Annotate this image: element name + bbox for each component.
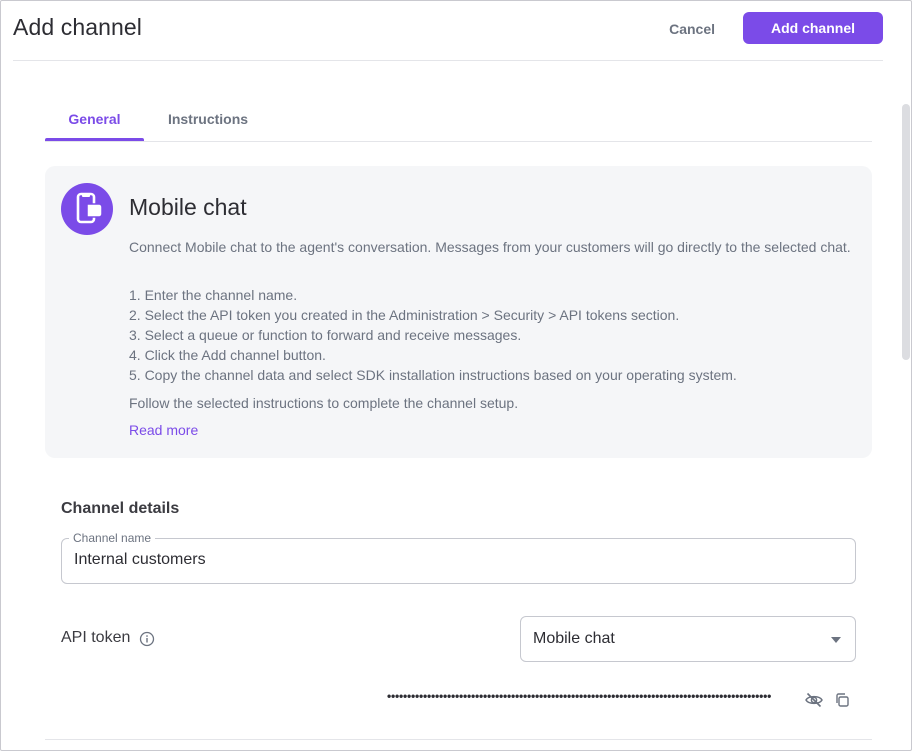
copy-icon[interactable] — [834, 692, 850, 708]
scrollbar-thumb[interactable] — [902, 104, 910, 360]
api-token-selected-value: Mobile chat — [533, 630, 615, 647]
tab-bar: General Instructions — [45, 101, 872, 142]
api-token-select[interactable]: Mobile chat — [520, 616, 856, 662]
add-channel-button[interactable]: Add channel — [743, 12, 883, 44]
api-token-masked-value: ••••••••••••••••••••••••••••••••••••••••… — [387, 689, 772, 703]
tab-general[interactable]: General — [45, 101, 144, 141]
info-follow-text: Follow the selected instructions to comp… — [129, 395, 519, 411]
chevron-down-icon — [831, 637, 841, 643]
read-more-link[interactable]: Read more — [129, 422, 198, 438]
channel-name-input[interactable] — [74, 551, 834, 569]
channel-name-field: Channel name — [61, 530, 856, 584]
step-item: 1. Enter the channel name. — [129, 287, 298, 303]
channel-info-card: Mobile chat Connect Mobile chat to the a… — [45, 166, 872, 458]
dialog-window: Add channel Cancel Add channel General I… — [0, 0, 912, 751]
info-icon[interactable] — [139, 631, 155, 647]
mobile-chat-icon — [61, 183, 113, 235]
api-token-label: API token — [61, 629, 131, 646]
eye-off-icon[interactable] — [804, 690, 824, 710]
divider — [45, 739, 872, 740]
tab-instructions[interactable]: Instructions — [157, 101, 259, 141]
info-title: Mobile chat — [129, 194, 247, 220]
step-item: 2. Select the API token you created in t… — [129, 307, 680, 323]
dialog-header: Add channel Cancel Add channel — [13, 1, 883, 61]
step-item: 3. Select a queue or function to forward… — [129, 327, 522, 343]
section-title-channel-details: Channel details — [61, 500, 180, 517]
info-description: Connect Mobile chat to the agent's conve… — [129, 239, 851, 255]
channel-name-label: Channel name — [69, 530, 156, 546]
cancel-button[interactable]: Cancel — [667, 13, 717, 44]
step-item: 5. Copy the channel data and select SDK … — [129, 367, 737, 383]
page-title: Add channel — [13, 14, 142, 40]
step-item: 4. Click the Add channel button. — [129, 347, 326, 363]
